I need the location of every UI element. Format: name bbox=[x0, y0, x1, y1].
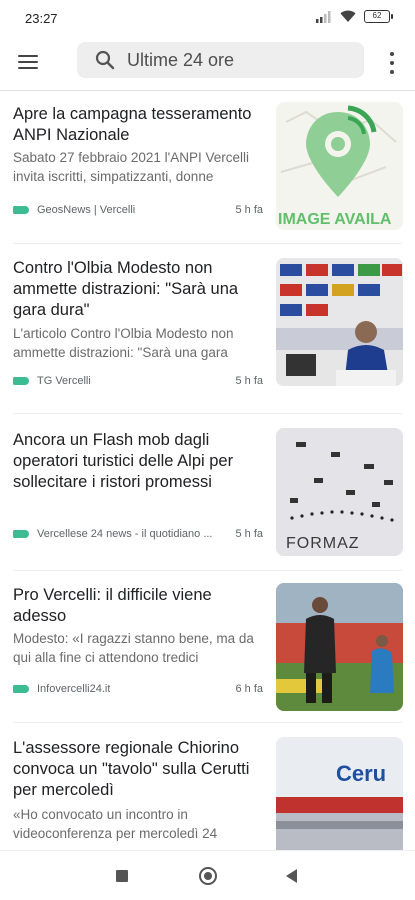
app-bar: Ultime 24 ore bbox=[0, 36, 415, 88]
hamburger-menu-icon[interactable] bbox=[18, 50, 42, 74]
recents-square-icon[interactable] bbox=[116, 870, 128, 882]
image-label: FORMAZ bbox=[286, 535, 360, 552]
article-time: 5 h fa bbox=[235, 528, 263, 540]
system-nav-bar bbox=[0, 850, 415, 900]
article-snippet: Modesto: «I ragazzi stanno bene, ma da q… bbox=[13, 631, 254, 665]
status-bar: 23:27 62 bbox=[0, 0, 415, 36]
signal-icon bbox=[316, 10, 331, 23]
source-tag-icon bbox=[13, 685, 29, 693]
battery-level: 62 bbox=[372, 11, 382, 20]
article-headline: Apre la campagna tesseramento ANPI Nazio… bbox=[13, 105, 252, 144]
status-icons: 62 bbox=[316, 10, 393, 23]
article-card[interactable]: Pro Vercelli: il difficile viene adesso … bbox=[0, 571, 415, 721]
article-thumbnail[interactable]: Ceru bbox=[276, 737, 403, 850]
home-circle-icon[interactable] bbox=[199, 867, 217, 885]
article-time: 6 h fa bbox=[235, 683, 263, 695]
back-triangle-icon[interactable] bbox=[286, 869, 297, 883]
article-snippet: «Ho convocato un incontro in videoconfer… bbox=[13, 807, 218, 841]
wifi-icon bbox=[340, 10, 356, 22]
article-source: Infovercelli24.it bbox=[37, 683, 111, 695]
placeholder-image: IMAGE AVAILA bbox=[278, 105, 397, 228]
press-conference-image bbox=[276, 258, 403, 386]
source-tag-icon bbox=[13, 377, 29, 385]
article-card[interactable]: Apre la campagna tesseramento ANPI Nazio… bbox=[0, 92, 415, 242]
image-label: IMAGE AVAILA bbox=[278, 211, 392, 228]
factory-image: Ceru bbox=[276, 737, 403, 850]
article-snippet: Sabato 27 febbraio 2021 l'ANPI Vercelli … bbox=[13, 150, 249, 184]
football-image bbox=[276, 583, 403, 711]
article-headline: Contro l'Olbia Modesto non ammette distr… bbox=[13, 259, 239, 319]
article-source-row: GeosNews | Vercelli 5 h fa bbox=[13, 203, 263, 217]
article-thumbnail[interactable] bbox=[276, 583, 403, 711]
article-headline: Pro Vercelli: il difficile viene adesso bbox=[13, 586, 212, 625]
article-card[interactable]: L'assessore regionale Chiorino convoca u… bbox=[0, 723, 415, 850]
article-card[interactable]: Ancora un Flash mob dagli operatori turi… bbox=[0, 414, 415, 569]
battery-icon: 62 bbox=[364, 10, 393, 23]
search-icon bbox=[95, 50, 115, 70]
article-source: Vercellese 24 news - il quotidiano ... bbox=[37, 528, 213, 540]
status-time: 23:27 bbox=[25, 11, 58, 26]
search-bar[interactable]: Ultime 24 ore bbox=[77, 42, 364, 78]
article-time: 5 h fa bbox=[235, 204, 263, 216]
source-tag-icon bbox=[13, 530, 29, 538]
article-source-row: Infovercelli24.it 6 h fa bbox=[13, 682, 263, 696]
article-headline: L'assessore regionale Chiorino convoca u… bbox=[13, 739, 250, 799]
article-source-row: TG Vercelli 5 h fa bbox=[13, 374, 263, 388]
search-query-text: Ultime 24 ore bbox=[127, 49, 235, 70]
flash-mob-image: FORMAZ bbox=[276, 428, 403, 556]
article-headline: Ancora un Flash mob dagli operatori turi… bbox=[13, 431, 234, 491]
article-source: GeosNews | Vercelli bbox=[37, 204, 136, 216]
article-time: 5 h fa bbox=[235, 375, 263, 387]
article-snippet: L'articolo Contro l'Olbia Modesto non am… bbox=[13, 326, 234, 360]
article-source: TG Vercelli bbox=[37, 375, 91, 387]
article-thumbnail[interactable]: IMAGE AVAILA bbox=[276, 102, 403, 230]
article-source-row: Vercellese 24 news - il quotidiano ... 5… bbox=[13, 527, 263, 541]
article-thumbnail[interactable]: FORMAZ bbox=[276, 428, 403, 556]
article-card[interactable]: Contro l'Olbia Modesto non ammette distr… bbox=[0, 244, 415, 412]
article-thumbnail[interactable] bbox=[276, 258, 403, 386]
app-bar-divider bbox=[0, 90, 415, 91]
source-tag-icon bbox=[13, 206, 29, 214]
more-vert-icon[interactable] bbox=[387, 52, 397, 74]
image-label: Ceru bbox=[336, 761, 386, 786]
news-feed[interactable]: Apre la campagna tesseramento ANPI Nazio… bbox=[0, 92, 415, 850]
